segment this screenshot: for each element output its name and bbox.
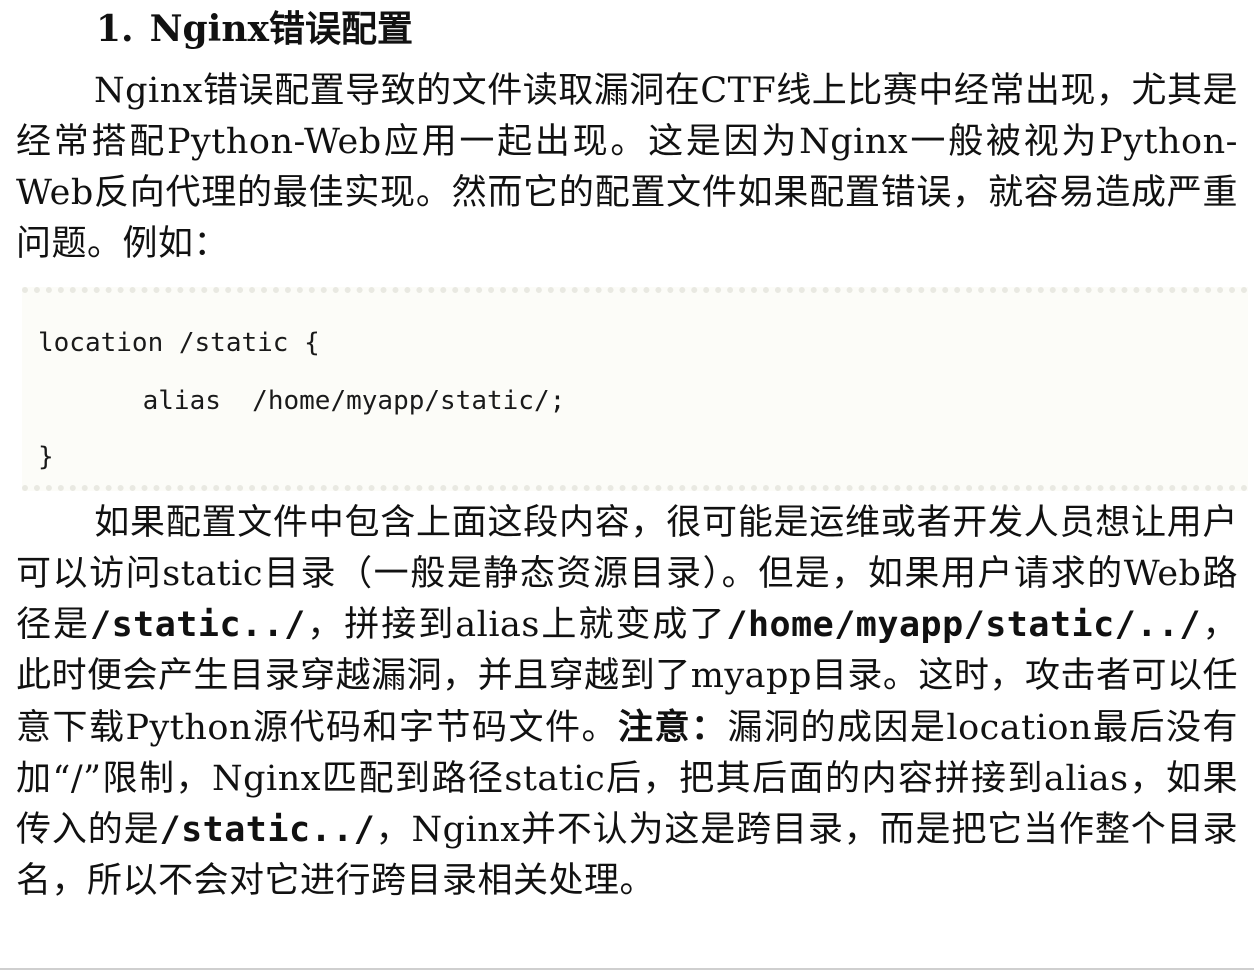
code-line: } <box>38 442 54 472</box>
page-bottom-divider <box>0 968 1254 970</box>
inline-code-path: /static../ <box>159 810 376 850</box>
inline-code-path: /static../ <box>90 605 306 645</box>
section-title: Nginx错误配置 <box>149 8 413 50</box>
section-number: 1. <box>96 8 134 50</box>
note-label: 注意： <box>617 707 728 748</box>
code-line: location /static { <box>38 328 320 358</box>
explanation-text: ，拼接到alias上就变成了 <box>305 605 727 645</box>
code-block: location /static { alias /home/myapp/sta… <box>22 287 1248 491</box>
intro-text: Nginx错误配置导致的文件读取漏洞在CTF线上比赛中经常出现，尤其是经常搭配P… <box>16 71 1238 264</box>
code-line: alias /home/myapp/static/; <box>80 386 566 416</box>
section-heading: 1. Nginx错误配置 <box>96 6 413 52</box>
intro-paragraph: Nginx错误配置导致的文件读取漏洞在CTF线上比赛中经常出现，尤其是经常搭配P… <box>16 66 1238 270</box>
explanation-paragraph: 如果配置文件中包含上面这段内容，很可能是运维或者开发人员想让用户可以访问stat… <box>16 498 1238 907</box>
inline-code-path: /home/myapp/static/../ <box>726 605 1201 645</box>
